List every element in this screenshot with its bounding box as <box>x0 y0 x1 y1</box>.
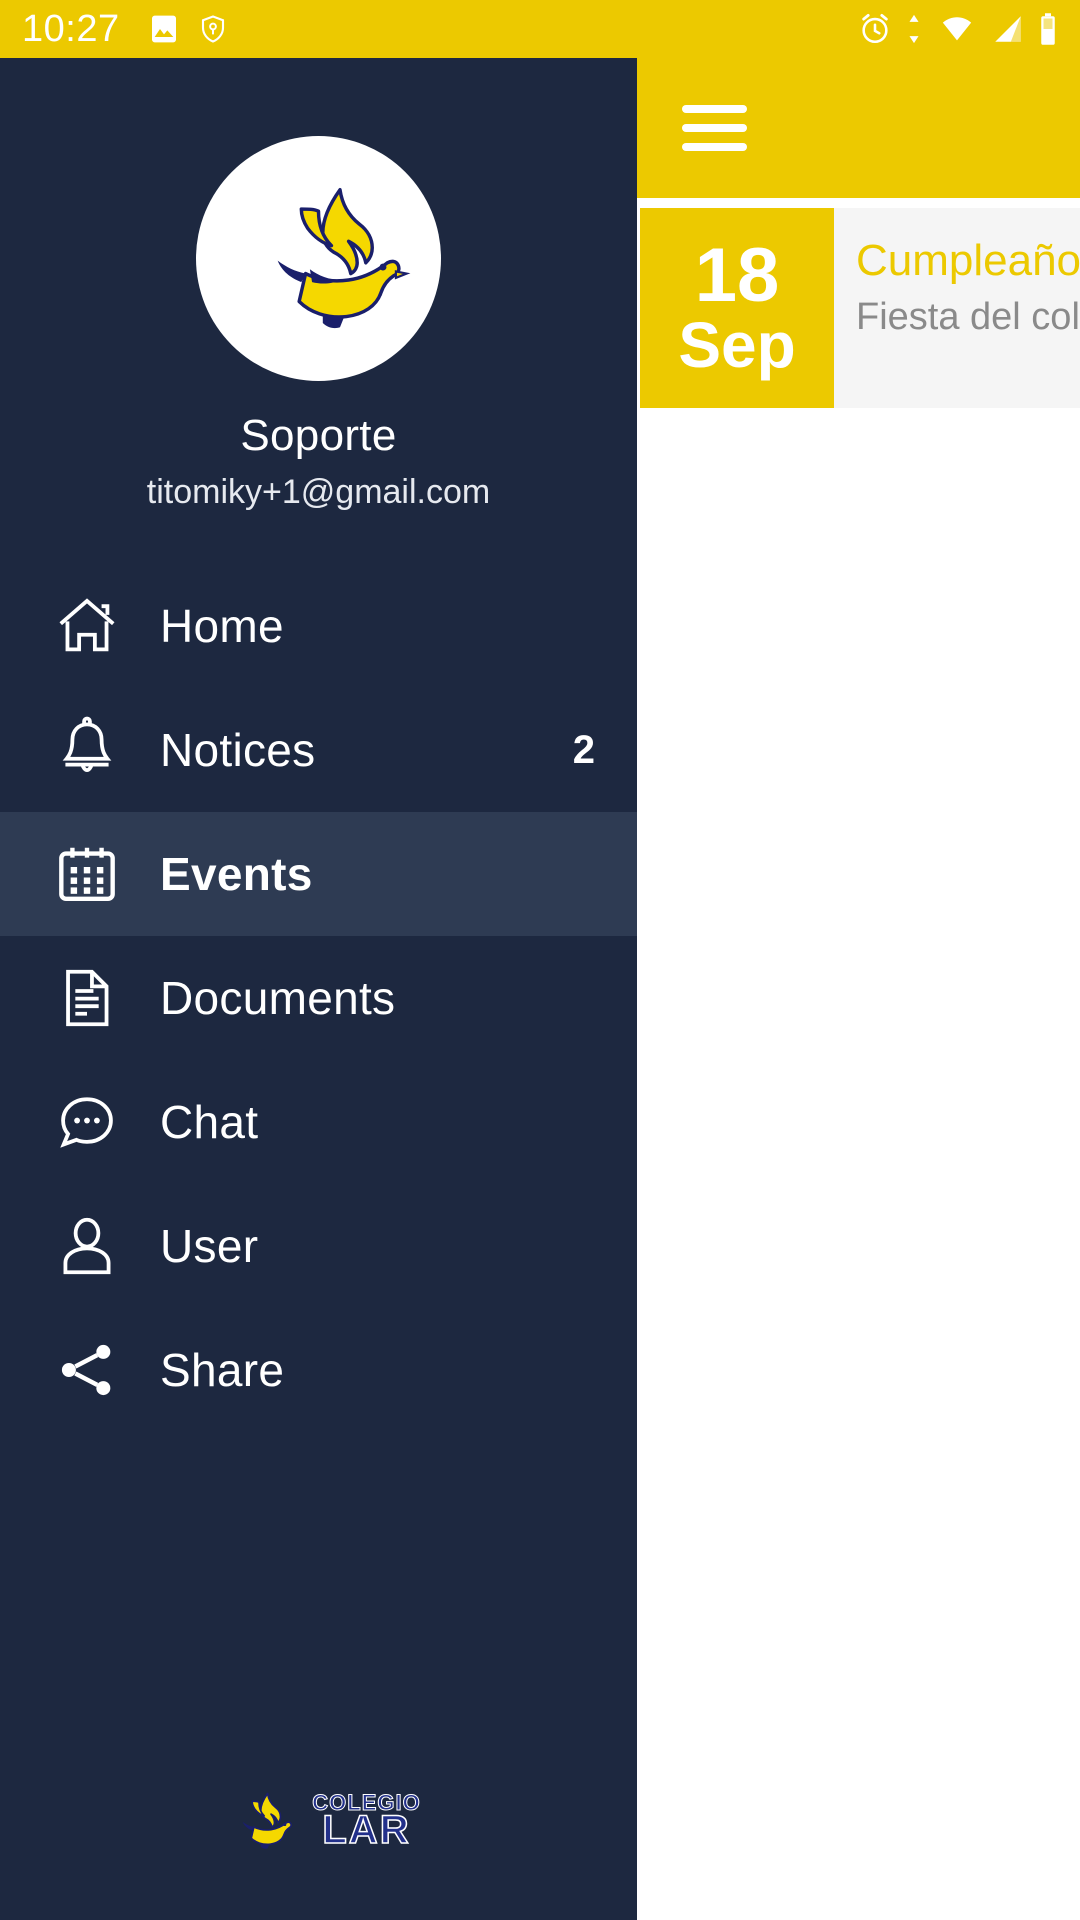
avatar[interactable] <box>196 136 441 381</box>
notices-badge: 2 <box>572 727 595 772</box>
drawer-menu: Home Notices 2 Events Documents Chat Use… <box>0 564 637 1432</box>
sidebar-item-chat[interactable]: Chat <box>0 1060 637 1184</box>
dove-logo-icon <box>242 1792 293 1849</box>
calendar-icon <box>50 837 124 911</box>
sidebar-item-share[interactable]: Share <box>0 1308 637 1432</box>
wifi-icon <box>942 17 972 41</box>
share-icon <box>50 1333 124 1407</box>
signal-icon <box>995 16 1021 42</box>
event-date-block: 18 Sep <box>640 208 834 408</box>
sidebar-item-label: Notices <box>160 724 316 776</box>
alarm-icon <box>862 13 888 44</box>
image-icon <box>151 15 176 43</box>
footer-brand-line2: LAR <box>322 1807 411 1852</box>
sidebar-item-label: Events <box>160 848 313 900</box>
sidebar-item-label: Chat <box>160 1096 259 1148</box>
app-root: 18 Sep Cumpleaños Fiesta del colegio 10:… <box>0 0 1080 1920</box>
status-bar-clock: 10:27 <box>22 8 120 50</box>
sidebar-item-events[interactable]: Events <box>0 812 637 936</box>
sidebar-item-home[interactable]: Home <box>0 564 637 688</box>
navigation-drawer: Soporte titomiky+1@gmail.com Home Notice… <box>0 58 637 1920</box>
event-month: Sep <box>678 308 796 381</box>
event-day: 18 <box>694 233 780 319</box>
profile-email: titomiky+1@gmail.com <box>146 473 491 511</box>
chat-icon <box>50 1085 124 1159</box>
event-card[interactable]: 18 Sep Cumpleaños Fiesta del colegio <box>640 208 1080 408</box>
event-subtitle: Fiesta del colegio <box>856 296 1080 338</box>
sidebar-item-label: Home <box>160 600 284 652</box>
sidebar-item-label: Documents <box>160 972 396 1024</box>
dove-logo-icon <box>277 187 411 329</box>
drawer-footer-logo: COLEGIO LAR <box>0 1778 637 1920</box>
shield-location-icon <box>201 15 224 43</box>
sidebar-item-label: User <box>160 1220 259 1272</box>
battery-icon <box>1041 13 1055 45</box>
footer-brand: COLEGIO LAR <box>312 1791 420 1852</box>
status-bar-system-icons <box>858 11 1058 47</box>
data-transfer-icon <box>909 14 919 44</box>
event-title: Cumpleaños <box>856 236 1080 285</box>
sidebar-item-label: Share <box>160 1344 285 1396</box>
hamburger-icon[interactable] <box>682 105 747 151</box>
home-icon <box>50 589 124 663</box>
event-body: Cumpleaños Fiesta del colegio <box>834 208 1080 408</box>
bell-icon <box>50 713 124 787</box>
profile-name: Soporte <box>240 411 397 460</box>
status-bar-notification-icons <box>148 12 228 46</box>
sidebar-item-user[interactable]: User <box>0 1184 637 1308</box>
sidebar-item-documents[interactable]: Documents <box>0 936 637 1060</box>
user-icon <box>50 1209 124 1283</box>
sidebar-item-notices[interactable]: Notices 2 <box>0 688 637 812</box>
status-bar: 10:27 <box>0 0 1080 58</box>
document-icon <box>50 961 124 1035</box>
